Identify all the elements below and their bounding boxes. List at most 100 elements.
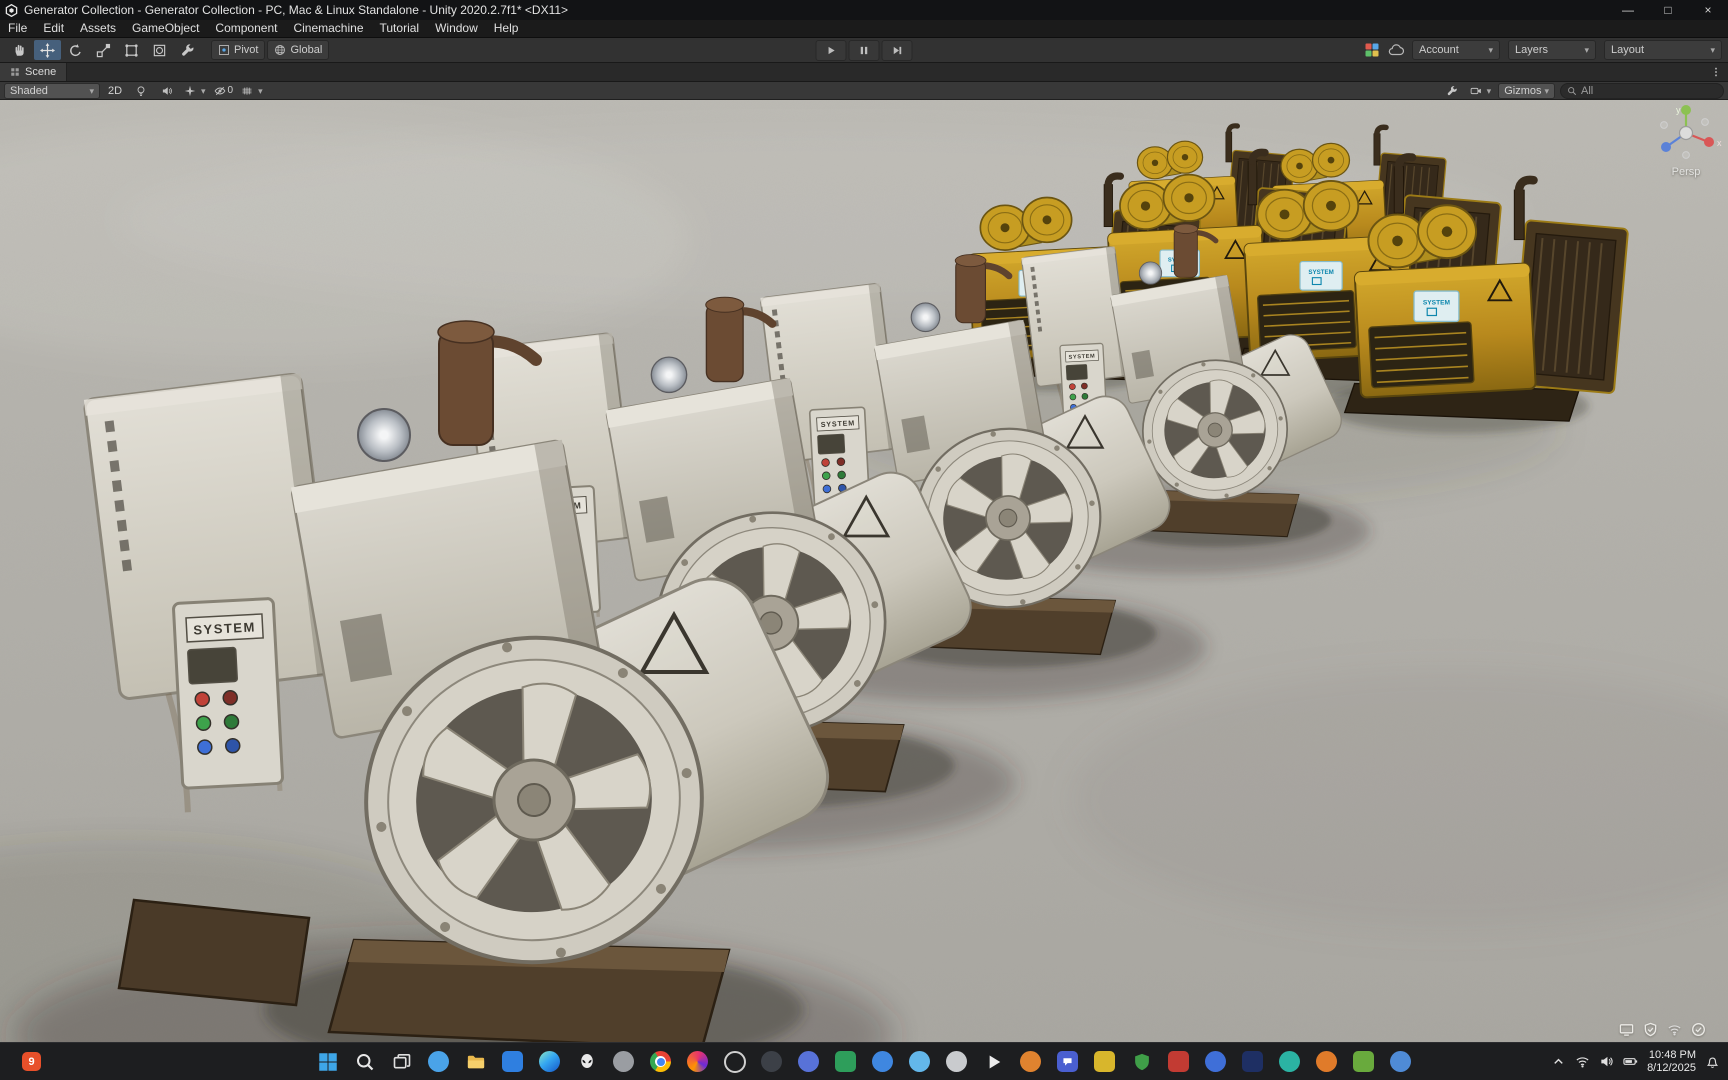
taskbar-app-icon-15[interactable]: [1389, 1050, 1413, 1074]
rect-tool[interactable]: [118, 40, 145, 60]
play-button[interactable]: [815, 39, 847, 61]
menu-window[interactable]: Window: [427, 20, 486, 37]
taskbar-chrome-icon[interactable]: [649, 1050, 673, 1074]
projection-label[interactable]: Persp: [1646, 166, 1726, 178]
close-button[interactable]: ×: [1688, 0, 1728, 20]
taskbar-app-icon-14[interactable]: [1352, 1050, 1376, 1074]
notification-bell-icon[interactable]: [1705, 1054, 1720, 1069]
global-toggle[interactable]: Global: [267, 40, 330, 60]
menu-help[interactable]: Help: [486, 20, 527, 37]
taskbar-app-icon-6[interactable]: [945, 1050, 969, 1074]
overflow-network-icon[interactable]: [1667, 1022, 1682, 1037]
services-grid-icon[interactable]: [1364, 42, 1380, 58]
cloud-icon[interactable]: [1388, 42, 1404, 58]
tray-speaker-icon[interactable]: [1599, 1054, 1614, 1069]
pivot-toggle[interactable]: Pivot: [211, 40, 266, 60]
layout-dropdown[interactable]: Layout: [1604, 40, 1722, 60]
taskbar-app-icon-8[interactable]: [1093, 1050, 1117, 1074]
taskbar-app-group: [316, 1050, 1413, 1074]
taskbar-taskview-icon[interactable]: [390, 1050, 414, 1074]
taskbar-alien-icon[interactable]: [575, 1050, 599, 1074]
tray-battery-icon[interactable]: [1623, 1054, 1638, 1069]
move-tool[interactable]: [34, 40, 61, 60]
2d-toggle[interactable]: 2D: [104, 84, 126, 98]
taskbar-phone-icon[interactable]: [797, 1050, 821, 1074]
taskbar-app-icon-1[interactable]: [612, 1050, 636, 1074]
main-toolbar: Pivot Global Account Layers Layout: [0, 37, 1728, 63]
chevron-down-icon: [1484, 85, 1492, 97]
taskbar-widgets-icon[interactable]: [427, 1050, 451, 1074]
step-button[interactable]: [881, 39, 913, 61]
maximize-button[interactable]: □: [1648, 0, 1688, 20]
rotate-tool[interactable]: [62, 40, 89, 60]
tray-chevron-up-icon[interactable]: [1551, 1054, 1566, 1069]
scene-tools-icon[interactable]: [1441, 84, 1463, 98]
taskbar-time: 10:48 PM: [1648, 1048, 1696, 1061]
taskbar-app-icon-9[interactable]: [1167, 1050, 1191, 1074]
axis-negative-handle[interactable]: [1660, 121, 1668, 129]
scene-search-input[interactable]: All: [1560, 82, 1724, 99]
overflow-status-icon[interactable]: [1691, 1022, 1706, 1037]
gizmo-center-handle[interactable]: [1678, 125, 1694, 141]
taskbar-app-icon-2[interactable]: [723, 1050, 747, 1074]
audio-toggle[interactable]: [156, 84, 178, 98]
menu-cinemachine[interactable]: Cinemachine: [285, 20, 371, 37]
window-title: Generator Collection - Generator Collect…: [24, 3, 569, 17]
scene-visibility-toggle[interactable]: 0: [212, 84, 236, 98]
menu-edit[interactable]: Edit: [35, 20, 72, 37]
overflow-shield-icon[interactable]: [1643, 1022, 1658, 1037]
taskbar-search-icon[interactable]: [353, 1050, 377, 1074]
taskbar-start-icon[interactable]: [316, 1050, 340, 1074]
transform-tool[interactable]: [146, 40, 173, 60]
taskbar-explorer-icon[interactable]: [464, 1050, 488, 1074]
taskbar-media-icon[interactable]: [982, 1050, 1006, 1074]
axis-negative-handle[interactable]: [1701, 118, 1709, 126]
camera-settings-dropdown[interactable]: [1468, 84, 1494, 98]
taskbar-app-icon-11[interactable]: [1241, 1050, 1265, 1074]
taskbar-app-icon-3[interactable]: [760, 1050, 784, 1074]
taskbar-app-icon-4[interactable]: [871, 1050, 895, 1074]
axis-negative-handle[interactable]: [1682, 151, 1690, 159]
tab-scene[interactable]: Scene: [0, 63, 68, 81]
taskbar-app-icon-5[interactable]: [908, 1050, 932, 1074]
menu-component[interactable]: Component: [207, 20, 285, 37]
taskbar-edge-icon[interactable]: [538, 1050, 562, 1074]
orientation-gizmo[interactable]: y x: [1646, 100, 1726, 164]
grid-icon: [10, 67, 20, 77]
tab-options-icon[interactable]: [1704, 63, 1728, 81]
tray-wifi-icon[interactable]: [1575, 1054, 1590, 1069]
pause-button[interactable]: [848, 39, 880, 61]
camera-icon: [1470, 85, 1482, 97]
menu-file[interactable]: File: [0, 20, 35, 37]
effects-dropdown[interactable]: [182, 84, 208, 98]
taskbar-app-icon-13[interactable]: [1315, 1050, 1339, 1074]
lighting-toggle[interactable]: [130, 84, 152, 98]
scale-tool[interactable]: [90, 40, 117, 60]
taskbar-clock[interactable]: 10:48 PM 8/12/2025: [1647, 1049, 1696, 1075]
taskbar-chart-icon[interactable]: [834, 1050, 858, 1074]
menu-tutorial[interactable]: Tutorial: [372, 20, 428, 37]
scene-viewport[interactable]: SYSTEMSYSTEMSYSTEMSYSTEMSYSTEMSYSTEMSYST…: [0, 100, 1728, 1042]
layers-dropdown[interactable]: Layers: [1508, 40, 1596, 60]
grid-settings-dropdown[interactable]: [239, 84, 265, 98]
axis-y-handle[interactable]: [1681, 105, 1691, 115]
taskbar-chat-icon[interactable]: [1056, 1050, 1080, 1074]
taskbar-shield-icon[interactable]: [1130, 1050, 1154, 1074]
hand-tool[interactable]: [6, 40, 33, 60]
taskbar-firefox-icon[interactable]: [686, 1050, 710, 1074]
taskbar-app-icon-12[interactable]: [1278, 1050, 1302, 1074]
axis-z-handle[interactable]: [1661, 142, 1671, 152]
gizmos-dropdown[interactable]: Gizmos: [1498, 82, 1555, 99]
taskbar-store-icon[interactable]: [501, 1050, 525, 1074]
menu-assets[interactable]: Assets: [72, 20, 124, 37]
taskbar-app-icon-7[interactable]: [1019, 1050, 1043, 1074]
overflow-display-icon[interactable]: [1619, 1022, 1634, 1037]
axis-x-handle[interactable]: [1704, 137, 1714, 147]
account-dropdown[interactable]: Account: [1412, 40, 1500, 60]
menu-gameobject[interactable]: GameObject: [124, 20, 207, 37]
custom-tool[interactable]: [174, 40, 201, 60]
notification-badge[interactable]: 9: [22, 1052, 41, 1071]
minimize-button[interactable]: —: [1608, 0, 1648, 20]
taskbar-app-icon-10[interactable]: [1204, 1050, 1228, 1074]
draw-mode-dropdown[interactable]: Shaded: [4, 82, 100, 99]
